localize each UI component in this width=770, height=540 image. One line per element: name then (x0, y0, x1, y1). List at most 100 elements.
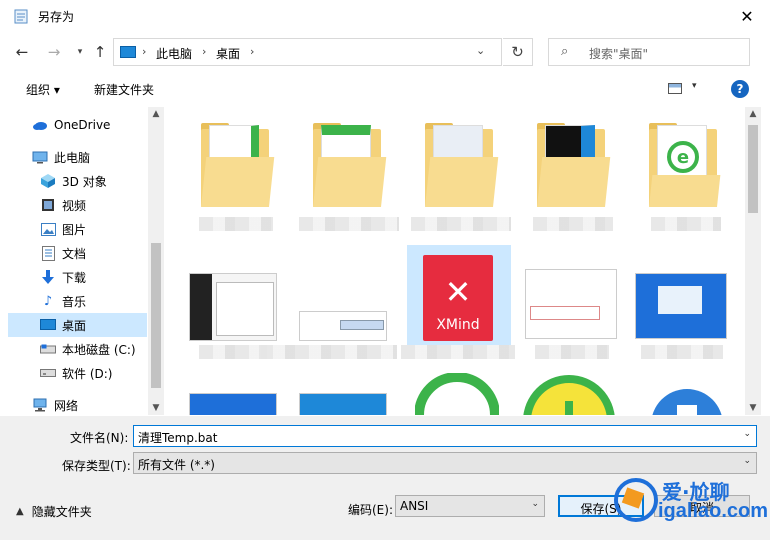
nav-item-desktop[interactable]: 桌面 (8, 313, 147, 337)
folder-item[interactable] (523, 113, 623, 233)
folder-icon (313, 123, 387, 207)
nav-item-network[interactable]: 网络 (8, 393, 147, 417)
organize-button[interactable]: 组织 ▾ (26, 81, 60, 98)
search-input[interactable]: ⌕ 搜索"桌面" (548, 38, 750, 66)
music-icon: ♪ (43, 293, 53, 309)
breadcrumb-desktop[interactable]: 桌面 (216, 45, 240, 62)
selected-item[interactable]: ✕ XMind (407, 245, 511, 345)
nav-item-label: 文档 (62, 246, 87, 261)
filename-input[interactable]: 清理Temp.bat ⌄ (133, 425, 757, 447)
filename-value: 清理Temp.bat (138, 431, 218, 445)
close-button[interactable]: ✕ (724, 0, 770, 32)
scrollbar-thumb[interactable] (748, 125, 758, 213)
file-scrollbar[interactable]: ▲ ▼ (745, 107, 761, 415)
pictures-icon (40, 222, 56, 236)
cube-icon (40, 174, 56, 188)
scroll-down-icon[interactable]: ▼ (148, 403, 164, 413)
scroll-up-icon[interactable]: ▲ (148, 109, 164, 119)
xmind-logo-icon: ✕ (444, 273, 472, 311)
nav-item-drive-c[interactable]: 本地磁盘 (C:) (8, 337, 147, 361)
screenshot-thumbnail[interactable] (299, 393, 387, 415)
chevron-down-icon: ⌄ (531, 499, 539, 509)
nav-scrollbar[interactable]: ▲ ▼ (148, 107, 164, 415)
network-icon (32, 398, 48, 412)
folder-icon (537, 123, 611, 207)
folder-item[interactable] (187, 113, 287, 233)
filetype-label: 保存类型(T): (62, 459, 131, 473)
app-mail-icon[interactable] (649, 387, 725, 415)
encoding-value: ANSI (400, 499, 429, 513)
navigation-bar: ← → ▾ ↑ › 此电脑 › 桌面 › ⌄ ↻ ⌕ 搜索"桌面" (0, 32, 770, 72)
arrow-up-icon: ↑ (93, 43, 107, 61)
breadcrumb-this-pc[interactable]: 此电脑 (156, 45, 192, 62)
folder-item[interactable] (411, 113, 511, 233)
nav-item-label: 音乐 (62, 294, 87, 309)
chevron-down-icon[interactable]: ⌄ (743, 429, 751, 439)
desktop-icon (40, 318, 56, 332)
refresh-button[interactable]: ↻ (503, 38, 533, 66)
blurred-filename (535, 345, 609, 359)
folder-item[interactable] (299, 113, 399, 233)
nav-item-label: 网络 (54, 398, 79, 413)
view-icon (668, 83, 682, 94)
back-button[interactable]: ← (12, 42, 32, 62)
chevron-right-icon[interactable]: › (250, 45, 254, 58)
help-button[interactable]: ? (731, 80, 749, 98)
forward-button[interactable]: → (44, 42, 64, 62)
download-icon (40, 269, 56, 284)
blurred-filename (299, 217, 399, 231)
scroll-down-icon[interactable]: ▼ (745, 403, 761, 413)
up-button[interactable]: ↑ (90, 42, 110, 62)
chevron-down-icon[interactable]: ⌄ (476, 44, 485, 57)
computer-icon (120, 46, 136, 58)
nav-item-music[interactable]: ♪ 音乐 (8, 289, 147, 313)
nav-item-label: OneDrive (54, 118, 111, 132)
chevron-right-icon[interactable]: › (142, 45, 146, 58)
nav-item-this-pc[interactable]: 此电脑 (8, 145, 147, 169)
title-bar: 另存为 ✕ (0, 0, 770, 32)
nav-item-3d-objects[interactable]: 3D 对象 (8, 169, 147, 193)
address-bar[interactable]: › 此电脑 › 桌面 › ⌄ (113, 38, 502, 66)
folder-item[interactable]: e (635, 113, 735, 233)
scrollbar-thumb[interactable] (151, 243, 161, 388)
screenshot-thumbnail[interactable] (299, 311, 387, 341)
blurred-filename (651, 217, 721, 231)
nav-item-label: 下载 (62, 270, 87, 285)
screenshot-thumbnail[interactable] (189, 273, 277, 341)
screenshot-thumbnail[interactable] (635, 273, 727, 339)
browser-e-icon[interactable] (415, 373, 499, 415)
screenshot-thumbnail[interactable] (189, 393, 277, 415)
nav-item-label: 软件 (D:) (62, 366, 113, 381)
folder-icon (201, 123, 275, 207)
nav-item-drive-d[interactable]: 软件 (D:) (8, 361, 147, 385)
encoding-select[interactable]: ANSI ⌄ (395, 495, 545, 517)
chevron-down-icon: ▾ (77, 47, 83, 57)
nav-item-videos[interactable]: 视频 (8, 193, 147, 217)
filetype-select[interactable]: 所有文件 (*.*) ⌄ (133, 452, 757, 474)
chevron-right-icon[interactable]: › (202, 45, 206, 58)
filetype-value: 所有文件 (*.*) (138, 458, 215, 472)
recent-locations-button[interactable]: ▾ (70, 42, 90, 62)
blurred-filename (411, 217, 511, 231)
blurred-filename (533, 217, 613, 231)
nav-item-pictures[interactable]: 图片 (8, 217, 147, 241)
hide-folders-label: 隐藏文件夹 (31, 505, 92, 519)
scroll-up-icon[interactable]: ▲ (745, 109, 761, 119)
navigation-pane: OneDrive 此电脑 3D 对象 视频 图片 文档 下载 ♪ 音乐 桌面 本… (8, 107, 164, 415)
chevron-down-icon: ▾ (692, 81, 697, 91)
toolbar: 组织 ▾ 新建文件夹 ▾ ? (0, 72, 770, 106)
screenshot-thumbnail[interactable] (525, 269, 617, 339)
hide-folders-toggle[interactable]: ▲ 隐藏文件夹 (16, 503, 92, 520)
nav-item-documents[interactable]: 文档 (8, 241, 147, 265)
app-plus-icon[interactable] (521, 373, 617, 415)
blurred-filename (259, 345, 397, 359)
blurred-filename (199, 345, 267, 359)
nav-item-onedrive[interactable]: OneDrive (8, 113, 147, 137)
drive-icon (40, 366, 56, 380)
nav-item-label: 3D 对象 (62, 174, 107, 189)
nav-item-downloads[interactable]: 下载 (8, 265, 147, 289)
change-view-button[interactable]: ▾ (668, 81, 708, 97)
blurred-filename (199, 217, 273, 231)
arrow-left-icon: ← (15, 43, 29, 61)
new-folder-button[interactable]: 新建文件夹 (94, 81, 154, 98)
